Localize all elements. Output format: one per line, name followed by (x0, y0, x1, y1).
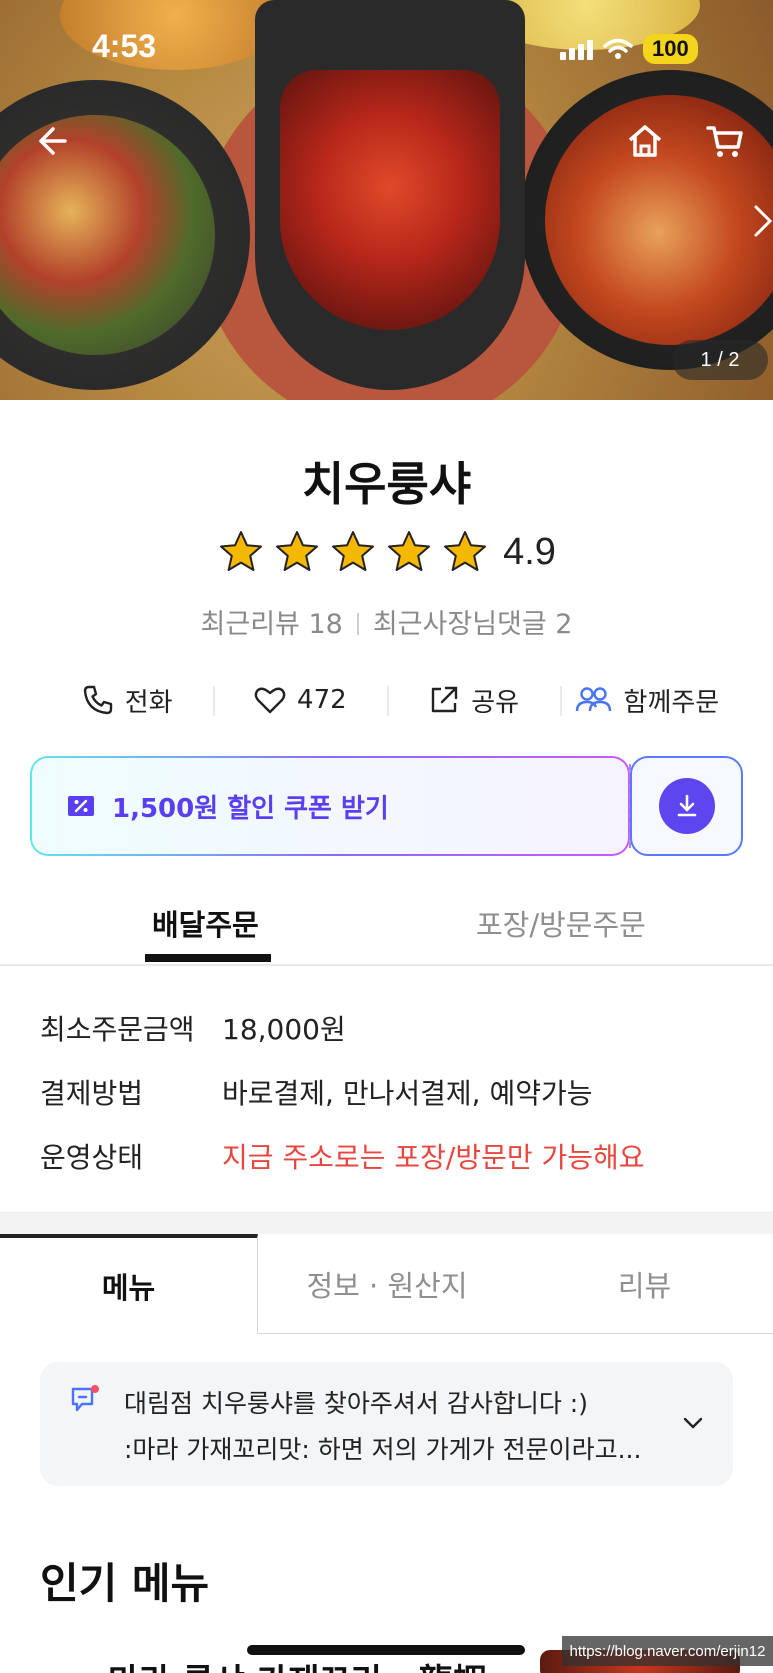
hero-image[interactable]: 4:53 100 1 / 2 (0, 0, 773, 400)
info-value: 18,000원 (222, 1013, 346, 1046)
coupon-icon (68, 796, 94, 816)
store-name: 치우룽샤 (301, 457, 472, 511)
info-label: 결제방법 (40, 1077, 144, 1110)
home-icon (628, 125, 662, 157)
tab-info[interactable]: 정보 · 원산지 (258, 1234, 516, 1334)
wifi-icon (603, 38, 633, 59)
coupon-banner[interactable]: 1,500원 할인 쿠폰 받기 (30, 756, 743, 856)
download-circle (658, 778, 715, 834)
star-icon (276, 531, 319, 571)
next-image-button[interactable] (738, 196, 773, 246)
review-meta: 최근리뷰 18 최근사장님댓글 2 (0, 602, 773, 641)
cart-icon (706, 126, 743, 157)
tab-pickup[interactable]: 포장/방문주문 (476, 902, 646, 944)
share-label: 공유 (471, 687, 520, 718)
status-time: 4:53 (92, 28, 157, 64)
tab-review[interactable]: 리뷰 (516, 1234, 773, 1334)
share-button[interactable]: 공유 (386, 678, 560, 722)
like-button[interactable]: 472 (213, 678, 386, 722)
group-users-icon (575, 687, 611, 712)
image-pager: 1 / 2 (672, 340, 768, 380)
notice-text-line2: :마라 가재꼬리맛: 하면 저의 가게가 전문이라고... (124, 1435, 642, 1464)
call-label: 전화 (124, 687, 173, 718)
star-icon (332, 531, 375, 571)
rating-value: 4.9 (503, 530, 556, 573)
group-order-label: 함께주문 (623, 687, 720, 718)
like-count: 472 (297, 685, 347, 715)
announcement-icon (71, 1385, 99, 1412)
coupon-label: 1,500원 할인 쿠폰 받기 (112, 793, 389, 824)
chevron-down-icon[interactable] (680, 1410, 706, 1436)
section-divider (0, 1212, 773, 1234)
star-icon (444, 531, 487, 571)
battery-indicator: 100 (643, 34, 698, 64)
order-info: 최소주문금액 18,000원 결제방법 바로결제, 만나서결제, 예약가능 운영… (40, 1008, 645, 1200)
popular-menu-title: 인기 메뉴 (40, 1559, 210, 1608)
star-icon (388, 531, 431, 571)
coupon-body[interactable]: 1,500원 할인 쿠폰 받기 (30, 756, 630, 856)
menu-item-title[interactable]: 마라 룽샤 가재꼬리 · 龍蝦 (108, 1654, 487, 1673)
food-photo-crawfish (255, 0, 525, 390)
info-value: 바로결제, 만나서결제, 예약가능 (222, 1077, 593, 1110)
tab-delivery[interactable]: 배달주문 (152, 902, 259, 944)
divider (356, 613, 359, 635)
share-icon (432, 686, 458, 713)
info-row-status: 운영상태 지금 주소로는 포장/방문만 가능해요 (40, 1136, 645, 1200)
signal-icon (560, 38, 593, 60)
owner-replies-link[interactable]: 최근사장님댓글 2 (373, 609, 573, 640)
status-warning: 지금 주소로는 포장/방문만 가능해요 (222, 1141, 645, 1174)
tab-menu[interactable]: 메뉴 (0, 1234, 258, 1334)
info-label: 최소주문금액 (40, 1013, 195, 1046)
status-icons: 100 (560, 34, 698, 64)
chevron-right-icon (754, 205, 773, 237)
home-indicator (247, 1645, 525, 1655)
coupon-download-button[interactable] (630, 756, 743, 856)
store-rating[interactable]: 4.9 (0, 528, 773, 576)
info-label: 운영상태 (40, 1141, 144, 1174)
heart-icon (254, 687, 286, 714)
group-order-button[interactable]: 함께주문 (559, 678, 733, 722)
star-icon (220, 531, 263, 571)
order-type-tabs: 배달주문 포장/방문주문 (0, 888, 773, 966)
store-actions: 전화 472 공유 함께주문 (40, 678, 733, 722)
phone-icon (83, 685, 112, 715)
recent-reviews-link[interactable]: 최근리뷰 18 (201, 609, 343, 640)
home-button[interactable] (620, 116, 670, 166)
info-row-min-order: 최소주문금액 18,000원 (40, 1008, 645, 1072)
info-row-payment: 결제방법 바로결제, 만나서결제, 예약가능 (40, 1072, 645, 1136)
back-button[interactable] (26, 116, 76, 166)
cart-button[interactable] (700, 116, 750, 166)
call-button[interactable]: 전화 (40, 678, 213, 722)
notice-text-line1: 대림점 치우룽샤를 찾아주셔서 감사합니다 :) (124, 1389, 588, 1418)
main-tabs: 메뉴 정보 · 원산지 리뷰 (0, 1234, 773, 1334)
owner-notice[interactable]: 대림점 치우룽샤를 찾아주셔서 감사합니다 :) :마라 가재꼬리맛: 하면 저… (40, 1362, 733, 1486)
watermark: https://blog.naver.com/erjin12 (562, 1636, 773, 1666)
active-tab-indicator (145, 954, 271, 962)
download-icon (677, 794, 696, 817)
arrow-left-icon (39, 127, 67, 155)
